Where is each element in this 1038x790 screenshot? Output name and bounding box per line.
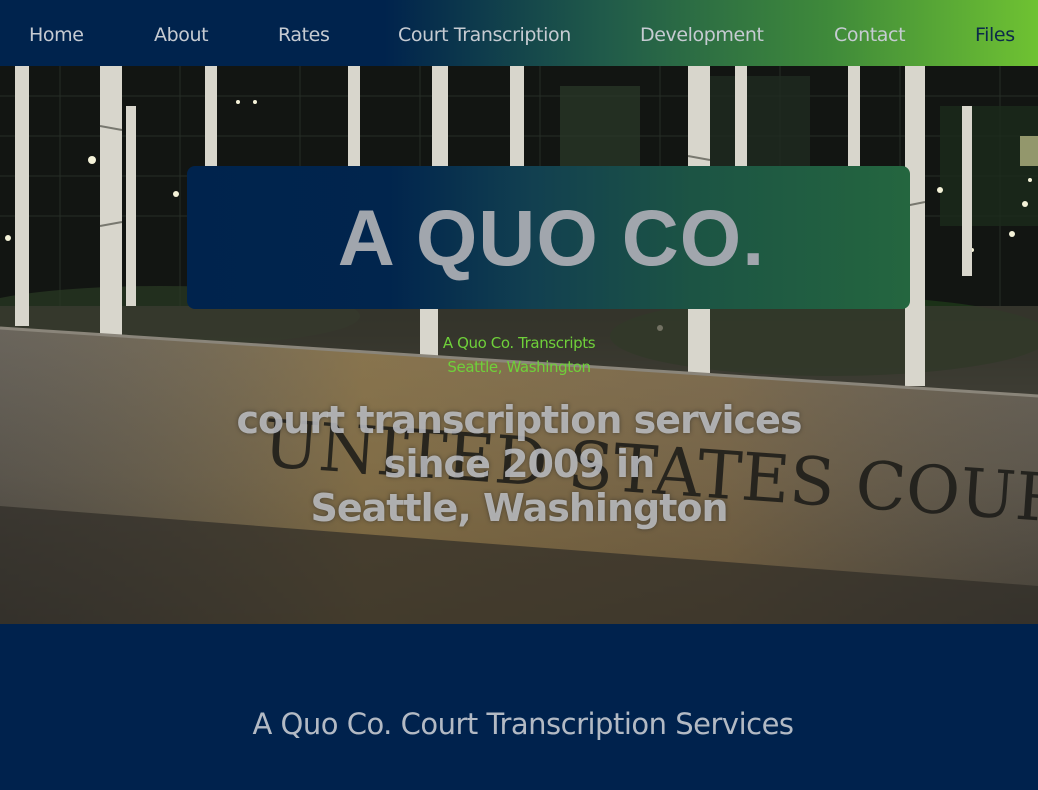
- site-title: A QUO CO.: [337, 192, 766, 282]
- company-name-line: A Quo Co. Transcripts: [442, 334, 596, 352]
- hero-tagline: court transcription services since 2009 …: [0, 398, 1038, 530]
- top-navigation: Home About Rates Court Transcription Dev…: [0, 0, 1038, 66]
- tagline-line-1: court transcription services: [236, 398, 803, 442]
- nav-contact-link[interactable]: Contact: [834, 21, 906, 49]
- nav-court-transcription-link[interactable]: Court Transcription: [398, 21, 571, 49]
- site-title-box: A QUO CO.: [187, 166, 910, 309]
- hero-subtitle: A Quo Co. Transcripts Seattle, Washingto…: [0, 331, 1038, 379]
- location-line: Seattle, Washington: [447, 358, 591, 376]
- nav-home-link[interactable]: Home: [29, 21, 84, 49]
- nav-files-link[interactable]: Files: [975, 21, 1015, 49]
- tagline-line-3: Seattle, Washington: [310, 486, 728, 530]
- nav-rates-link[interactable]: Rates: [278, 21, 330, 49]
- intro-section: A Quo Co. Court Transcription Services: [0, 624, 1038, 790]
- nav-about-link[interactable]: About: [154, 21, 209, 49]
- nav-development-link[interactable]: Development: [640, 21, 764, 49]
- tagline-line-2: since 2009 in: [383, 442, 655, 486]
- hero-banner: UNITED STATES COURTHOUSE A QUO CO. A Quo…: [0, 66, 1038, 624]
- section-heading: A Quo Co. Court Transcription Services: [252, 707, 794, 741]
